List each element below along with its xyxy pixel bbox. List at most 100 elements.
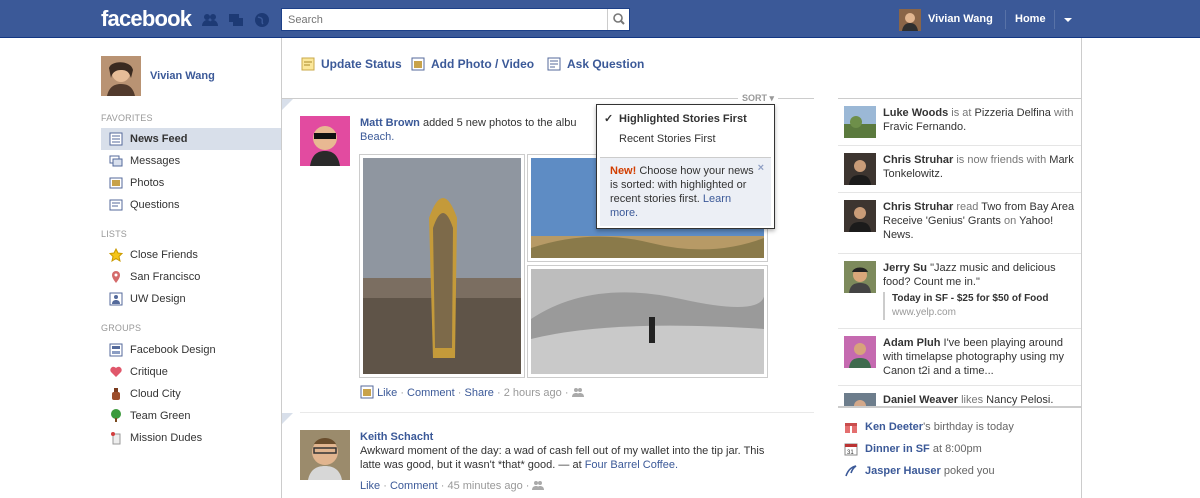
ticker-verb: on bbox=[1000, 215, 1020, 227]
ticker-verb: is now friends with bbox=[953, 154, 1050, 166]
status-icon bbox=[301, 57, 315, 71]
story-body: Awkward moment of the day: a wad of cash… bbox=[360, 445, 765, 471]
story-photo[interactable] bbox=[359, 154, 525, 378]
nav-item-uw-design[interactable]: UW Design bbox=[101, 288, 281, 310]
nav-item-news-feed[interactable]: News Feed bbox=[101, 128, 281, 150]
nav-item-messages[interactable]: Messages bbox=[101, 150, 281, 172]
search-input[interactable] bbox=[282, 9, 608, 30]
ticker-name: Jerry Su bbox=[883, 262, 928, 274]
event-dinner[interactable]: 31 Dinner in SF at 8:00pm bbox=[844, 440, 982, 458]
poke-icon bbox=[845, 465, 857, 477]
location-pin-icon bbox=[112, 271, 120, 283]
nav-item-label: San Francisco bbox=[130, 271, 201, 283]
ticker: Luke Woods is at Pizzeria Delfina with F… bbox=[838, 98, 1081, 408]
nav-item-critique[interactable]: Critique bbox=[101, 361, 281, 383]
news-feed-icon bbox=[109, 132, 123, 146]
messages-icon[interactable] bbox=[227, 11, 245, 29]
divider bbox=[1081, 38, 1082, 498]
timestamp[interactable]: 45 minutes ago bbox=[447, 480, 522, 492]
sort-label: SORT bbox=[742, 93, 768, 103]
like-link[interactable]: Like bbox=[360, 480, 380, 492]
avatar[interactable] bbox=[899, 9, 921, 31]
story-fold bbox=[282, 99, 293, 110]
nav-item-photos[interactable]: Photos bbox=[101, 172, 281, 194]
friends-privacy-icon[interactable] bbox=[571, 387, 584, 398]
ticker-item[interactable]: Luke Woods is at Pizzeria Delfina with F… bbox=[838, 99, 1081, 146]
like-link[interactable]: Like bbox=[377, 387, 397, 399]
comment-link[interactable]: Comment bbox=[390, 480, 438, 492]
notifications-icon[interactable] bbox=[253, 11, 271, 29]
gift-icon bbox=[845, 423, 857, 433]
ticker-verb: with bbox=[1050, 107, 1074, 119]
profile-photo[interactable] bbox=[101, 56, 141, 96]
close-icon[interactable]: × bbox=[758, 161, 764, 175]
home-link[interactable]: Home bbox=[1015, 13, 1046, 25]
search-button[interactable] bbox=[607, 9, 629, 30]
story-author-photo[interactable] bbox=[300, 116, 350, 166]
ask-question-button[interactable]: Ask Question bbox=[547, 55, 644, 73]
ticker-attachment[interactable]: Today in SF - $25 for $50 of Food www.ye… bbox=[883, 292, 1049, 320]
separator: · bbox=[400, 387, 404, 399]
nav-item-close-friends[interactable]: Close Friends bbox=[101, 244, 281, 266]
events-box: Ken Deeter's birthday is today 31 Dinner… bbox=[838, 406, 1081, 498]
update-status-button[interactable]: Update Status bbox=[301, 55, 402, 73]
ticker-name: Daniel Weaver bbox=[883, 394, 959, 406]
ticker-item[interactable]: Chris Struhar read Two from Bay Area Rec… bbox=[838, 193, 1081, 254]
add-photo-button[interactable]: Add Photo / Video bbox=[411, 55, 534, 73]
friends-privacy-icon[interactable] bbox=[532, 480, 545, 491]
photos-icon bbox=[109, 177, 123, 189]
nav-item-label: Photos bbox=[130, 177, 165, 189]
user-name-link[interactable]: Vivian Wang bbox=[928, 13, 993, 25]
divider bbox=[300, 412, 814, 413]
new-badge: New! bbox=[610, 165, 637, 177]
account-menu-arrow-icon[interactable] bbox=[1064, 18, 1072, 22]
nav-item-label: Close Friends bbox=[130, 249, 198, 261]
story-fold bbox=[282, 413, 293, 424]
timestamp[interactable]: 2 hours ago bbox=[504, 387, 562, 399]
ticker-item[interactable]: Daniel Weaver likes Nancy Pelosi. bbox=[838, 386, 1081, 408]
friend-requests-icon[interactable] bbox=[201, 11, 219, 29]
nav-item-san-francisco[interactable]: San Francisco bbox=[101, 266, 281, 288]
sort-option-label: Highlighted Stories First bbox=[619, 113, 747, 125]
nav-item-mission-dudes[interactable]: Mission Dudes bbox=[101, 427, 281, 449]
nav-item-cloud-city[interactable]: Cloud City bbox=[101, 383, 281, 405]
nav-item-facebook-design[interactable]: Facebook Design bbox=[101, 339, 281, 361]
top-bar: facebook Vivian Wang Home bbox=[0, 0, 1200, 38]
story-author-link[interactable]: Keith Schacht bbox=[360, 431, 433, 443]
facebook-logo[interactable]: facebook bbox=[101, 6, 192, 32]
profile-name-link[interactable]: Vivian Wang bbox=[150, 70, 215, 82]
svg-text:31: 31 bbox=[847, 450, 854, 456]
ticker-name: Luke Woods bbox=[883, 107, 949, 119]
comment-link[interactable]: Comment bbox=[407, 387, 455, 399]
story-actions: Like · Comment · 45 minutes ago · bbox=[360, 480, 545, 492]
separator: · bbox=[564, 387, 569, 399]
photo-album-icon bbox=[360, 385, 374, 399]
story-author-link[interactable]: Matt Brown bbox=[360, 117, 420, 129]
ticker-item[interactable]: Adam Pluh I've been playing around with … bbox=[838, 329, 1081, 386]
nav-item-team-green[interactable]: Team Green bbox=[101, 405, 281, 427]
event-name: Ken Deeter bbox=[865, 421, 924, 433]
sort-note: × New! Choose how your news is sorted: w… bbox=[600, 157, 771, 226]
messages-icon bbox=[109, 155, 123, 167]
sort-menu: ✓ Highlighted Stories First Recent Stori… bbox=[596, 104, 775, 229]
sort-toggle[interactable]: SORT ▾ bbox=[738, 93, 779, 104]
search-box bbox=[281, 8, 630, 31]
ticker-photo bbox=[844, 106, 876, 138]
ticker-item[interactable]: Chris Struhar is now friends with Mark T… bbox=[838, 146, 1081, 193]
nav-item-label: Messages bbox=[130, 155, 181, 167]
story-author-photo[interactable] bbox=[300, 430, 350, 480]
event-poke[interactable]: Jasper Hauser poked you bbox=[844, 462, 995, 480]
album-link[interactable]: Beach. bbox=[360, 131, 394, 143]
event-text: at 8:00pm bbox=[929, 443, 982, 455]
ticker-name: Chris Struhar bbox=[883, 201, 954, 213]
nav-item-questions[interactable]: Questions bbox=[101, 194, 281, 216]
ticker-name: Adam Pluh bbox=[883, 337, 941, 349]
story-photo[interactable] bbox=[527, 265, 768, 378]
heart-icon bbox=[110, 366, 122, 377]
event-birthday[interactable]: Ken Deeter's birthday is today bbox=[844, 418, 1014, 436]
ticker-object: Fravic Fernando. bbox=[883, 121, 967, 133]
place-link[interactable]: Four Barrel Coffee. bbox=[585, 459, 678, 471]
sort-option-recent[interactable]: Recent Stories First bbox=[597, 129, 774, 149]
sort-option-highlighted[interactable]: ✓ Highlighted Stories First bbox=[597, 109, 774, 129]
share-link[interactable]: Share bbox=[465, 387, 494, 399]
